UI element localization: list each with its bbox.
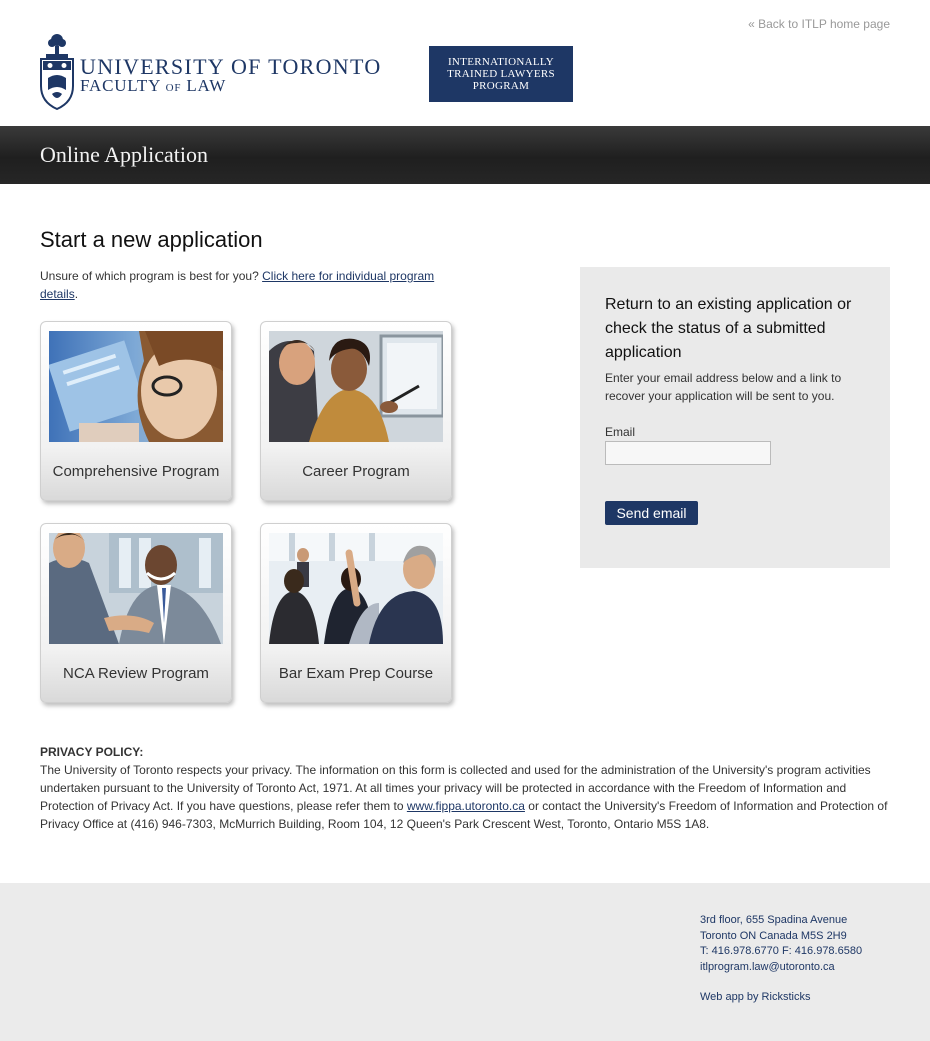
program-card-label: NCA Review Program xyxy=(63,665,209,682)
page-banner: Online Application xyxy=(0,126,930,184)
logo-faculty-name: FACULTY OF LAW xyxy=(80,76,226,96)
privacy-policy: PRIVACY POLICY: The University of Toront… xyxy=(40,743,890,833)
badge-line-2: TRAINED LAWYERS xyxy=(447,68,555,80)
site-footer: 3rd floor, 655 Spadina Avenue Toronto ON… xyxy=(0,883,930,1041)
fippa-link[interactable]: www.fippa.utoronto.ca xyxy=(407,799,525,813)
logo-law-word: LAW xyxy=(186,76,227,95)
email-field[interactable] xyxy=(605,441,771,465)
colleagues-at-monitor-photo xyxy=(269,331,443,442)
send-email-button[interactable]: Send email xyxy=(605,501,698,525)
footer-address-line-2: Toronto ON Canada M5S 2H9 xyxy=(700,929,847,942)
program-card-label: Bar Exam Prep Course xyxy=(278,665,434,682)
banner-title: Online Application xyxy=(40,142,209,167)
panel-description: Enter your email address below and a lin… xyxy=(605,371,842,403)
existing-application-panel: Return to an existing application or che… xyxy=(580,267,890,568)
classroom-photo xyxy=(269,533,443,644)
email-label: Email xyxy=(605,425,636,439)
site-header: « Back to ITLP home page UNIVERSITY OF T… xyxy=(0,0,930,126)
panel-title: Return to an existing application or che… xyxy=(605,296,852,361)
program-card-label: Comprehensive Program xyxy=(52,463,220,480)
program-card-career[interactable]: Career Program xyxy=(260,321,452,501)
footer-email-link[interactable]: itlprogram.law@utoronto.ca xyxy=(700,960,862,976)
university-logo[interactable]: UNIVERSITY OF TORONTO FACULTY OF LAW xyxy=(40,32,390,112)
program-card-bar-exam-prep[interactable]: Bar Exam Prep Course xyxy=(260,523,452,703)
page-title: Start a new application xyxy=(40,227,263,252)
badge-line-1: INTERNATIONALLY xyxy=(447,56,555,68)
program-card-comprehensive[interactable]: Comprehensive Program xyxy=(40,321,232,501)
woman-at-laptop-photo xyxy=(49,331,223,442)
program-card-label: Career Program xyxy=(302,463,410,480)
program-intro: Unsure of which program is best for you?… xyxy=(40,267,460,303)
footer-credit-link[interactable]: Web app by Ricksticks xyxy=(700,991,810,1003)
badge-line-3: PROGRAM xyxy=(472,80,530,92)
footer-contact: 3rd floor, 655 Spadina Avenue Toronto ON… xyxy=(700,913,862,975)
privacy-heading: PRIVACY POLICY: xyxy=(40,745,144,759)
footer-phone: T: 416.978.6770 F: 416.978.6580 xyxy=(700,945,863,957)
footer-address-line-1: 3rd floor, 655 Spadina Avenue xyxy=(700,914,848,926)
privacy-text: The University of Toronto respects your … xyxy=(40,761,890,833)
back-to-home-link[interactable]: « Back to ITLP home page xyxy=(748,17,890,31)
intro-text: Unsure of which program is best for you? xyxy=(40,269,263,283)
intro-end: . xyxy=(74,287,79,301)
handshake-photo xyxy=(49,533,223,644)
itlp-program-badge[interactable]: INTERNATIONALLY TRAINED LAWYERS PROGRAM xyxy=(429,46,573,102)
logo-faculty-word: FACULTY xyxy=(80,76,161,95)
program-card-nca-review[interactable]: NCA Review Program xyxy=(40,523,232,703)
logo-of-word: OF xyxy=(165,82,182,94)
crest-icon xyxy=(40,34,74,110)
